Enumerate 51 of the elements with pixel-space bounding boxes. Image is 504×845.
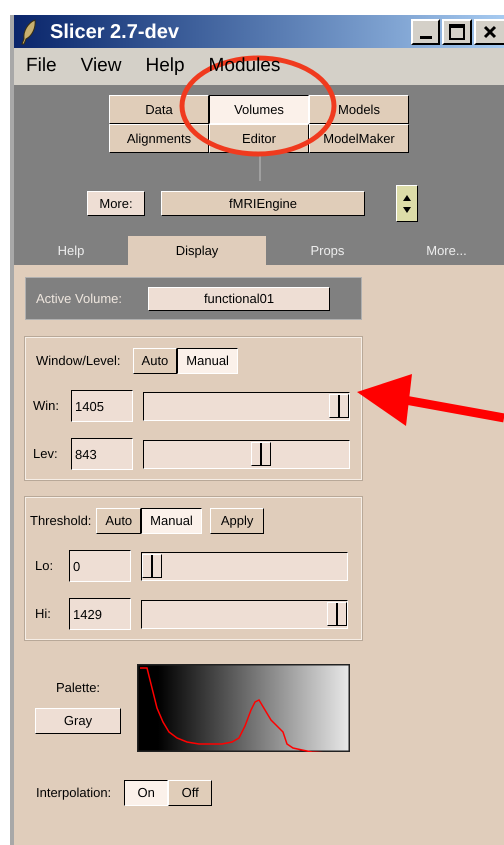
module-selector[interactable]: fMRIEngine bbox=[161, 191, 365, 216]
maximize-button[interactable] bbox=[442, 18, 472, 44]
palette-button[interactable]: Gray bbox=[35, 708, 121, 734]
section-label: Threshold: bbox=[30, 512, 92, 530]
toggle-button[interactable]: Off bbox=[168, 780, 212, 806]
up-down-arrows-icon bbox=[402, 192, 412, 214]
feather-icon bbox=[20, 18, 38, 44]
mode-button[interactable]: Auto bbox=[96, 508, 142, 534]
value-field[interactable]: 0 bbox=[69, 550, 131, 582]
volume-selector[interactable]: functional01 bbox=[148, 286, 330, 310]
slider-thumb[interactable] bbox=[327, 602, 347, 626]
interpolation-label: Interpolation: bbox=[36, 784, 112, 802]
slider-thumb[interactable] bbox=[142, 554, 162, 578]
more-button[interactable]: More: bbox=[87, 191, 145, 216]
palette-label: Palette: bbox=[56, 679, 100, 697]
slider-track[interactable] bbox=[141, 600, 348, 628]
menu-item[interactable]: File bbox=[26, 52, 57, 81]
minimize-button[interactable] bbox=[411, 18, 440, 44]
field-label: Lev: bbox=[33, 445, 59, 464]
mode-button[interactable]: Auto bbox=[132, 348, 178, 374]
close-button[interactable] bbox=[474, 18, 504, 44]
mode-button[interactable]: Manual bbox=[177, 348, 238, 374]
value-field[interactable]: 1429 bbox=[69, 598, 131, 630]
close-icon bbox=[483, 24, 497, 38]
menu-item[interactable]: View bbox=[80, 52, 122, 81]
active-volume-label: Active Volume: bbox=[36, 290, 122, 308]
slider-track[interactable] bbox=[143, 392, 350, 420]
menu-item[interactable]: Help bbox=[145, 52, 185, 81]
field-label: Win: bbox=[33, 397, 60, 416]
slider-thumb[interactable] bbox=[329, 394, 349, 418]
slider-track[interactable] bbox=[143, 440, 350, 468]
mode-button[interactable]: Manual bbox=[141, 508, 202, 534]
value-field[interactable]: 843 bbox=[71, 438, 133, 470]
module-button[interactable]: Volumes bbox=[209, 95, 309, 124]
module-button[interactable]: ModelMaker bbox=[309, 124, 409, 153]
window-title: Slicer 2.7-dev bbox=[50, 20, 179, 44]
section-label: Window/Level: bbox=[36, 352, 121, 370]
module-button[interactable]: Models bbox=[309, 95, 409, 124]
minimize-icon bbox=[420, 36, 432, 38]
module-button[interactable]: Alignments bbox=[109, 124, 209, 153]
slider-thumb[interactable] bbox=[251, 442, 272, 466]
maximize-icon bbox=[449, 24, 465, 40]
apply-button[interactable]: Apply bbox=[210, 508, 264, 534]
field-label: Hi: bbox=[34, 605, 52, 624]
module-button[interactable]: Data bbox=[109, 95, 209, 124]
value-field[interactable]: 1405 bbox=[71, 390, 133, 422]
tab[interactable]: Display bbox=[128, 236, 266, 265]
slider-track[interactable] bbox=[141, 552, 348, 580]
spinner-button[interactable] bbox=[396, 185, 418, 222]
toggle-button[interactable]: On bbox=[124, 780, 168, 806]
field-label: Lo: bbox=[34, 557, 54, 576]
